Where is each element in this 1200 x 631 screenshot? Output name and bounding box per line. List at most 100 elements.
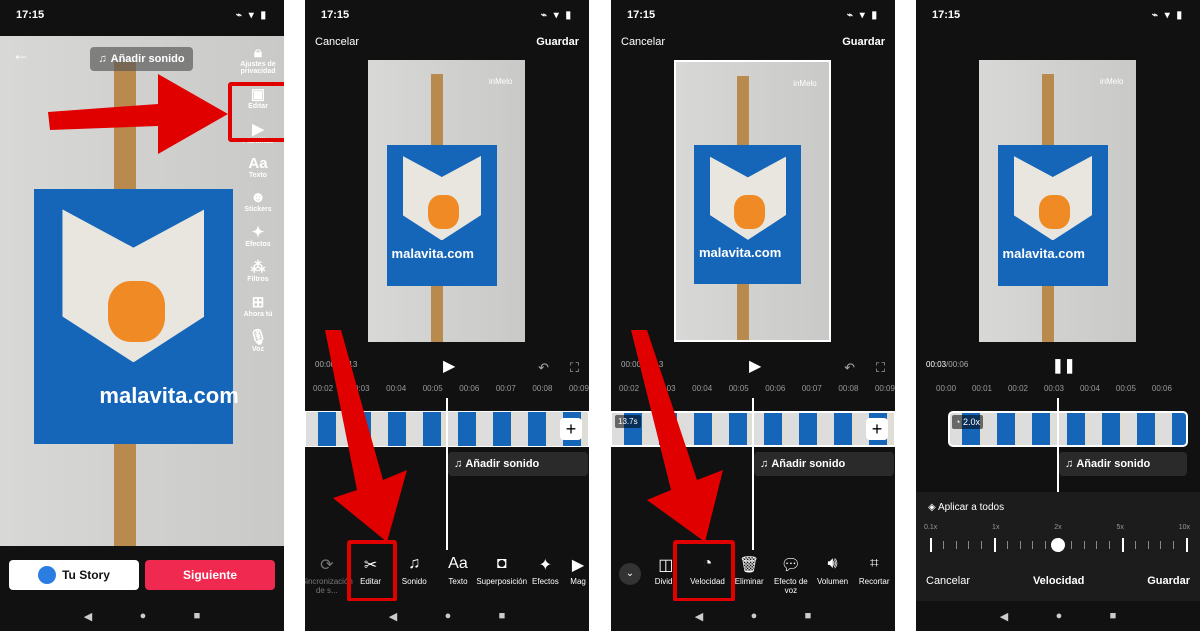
side-item-privacy[interactable]: 🔒︎ Ajustes de privacidad <box>238 44 278 75</box>
status-icons: ⌁ ▾ ▮ <box>235 9 268 21</box>
tool-volume[interactable]: 🔊︎ Volumen <box>812 555 854 595</box>
back-button[interactable]: ◀ <box>1000 610 1008 623</box>
side-item-now[interactable]: ⊞ Ahora tú <box>244 293 273 318</box>
tool-text[interactable]: Aa Texto <box>437 555 479 595</box>
tool-overlay[interactable]: ◘ Superposición <box>476 555 527 595</box>
home-button[interactable]: ● <box>140 610 147 622</box>
your-story-button[interactable]: Tu Story <box>9 560 139 590</box>
slider-tick <box>930 538 932 552</box>
video-preview: malavita.com inMelo <box>674 60 831 342</box>
cancel-button[interactable]: Cancelar <box>315 36 359 48</box>
recents-button[interactable]: ■ <box>194 610 201 622</box>
label: Filtros <box>247 276 269 283</box>
cancel-button[interactable]: Cancelar <box>926 575 970 587</box>
label: Añadir sonido <box>465 458 540 470</box>
label: Añadir sonido <box>1076 458 1151 470</box>
slider-tick <box>942 541 944 549</box>
speed-scale-labels: 0.1x 1x 2x 5x 10x <box>924 524 1190 531</box>
split-icon: ◫ <box>658 557 674 574</box>
recents-button[interactable]: ■ <box>499 610 506 622</box>
text-icon: Aa <box>248 155 268 172</box>
video-timeline-strip-selected[interactable] <box>948 411 1188 447</box>
side-item-filters[interactable]: ⁂ Filtros <box>247 258 268 283</box>
fullscreen-icon[interactable]: ⛶ <box>876 360 885 376</box>
undo-icon[interactable]: ↶ <box>538 360 549 376</box>
add-clip-button[interactable]: + <box>560 418 582 440</box>
save-button[interactable]: Guardar <box>842 36 885 48</box>
tick-label: 5x <box>1116 524 1124 531</box>
effects-icon: ✦ <box>538 557 553 574</box>
slider-tick <box>1019 541 1021 549</box>
side-item-voice[interactable]: 🎙︎ Voz <box>248 328 267 353</box>
tool-sync[interactable]: ⟳ Sincronización de s... <box>305 555 353 595</box>
music-icon: ♫ <box>98 53 107 65</box>
stickers-icon: ☻ <box>250 189 266 206</box>
play-icon[interactable]: ▶ <box>749 356 761 376</box>
tick: 00:03 <box>1043 384 1064 393</box>
back-button[interactable]: ◀ <box>84 610 92 623</box>
slider-knob[interactable] <box>1051 538 1065 552</box>
back-button[interactable]: ◀ <box>695 610 703 623</box>
speed-slider[interactable] <box>930 538 1188 552</box>
label: Texto <box>448 577 468 586</box>
add-sound-track[interactable]: ♫ Añadir sonido <box>754 452 894 476</box>
time-readout: 00:03/00:06 <box>926 360 968 369</box>
play-icon[interactable]: ▶ <box>443 356 455 376</box>
text-icon: Aa <box>448 555 468 572</box>
painting-text: malavita.com <box>99 382 239 408</box>
add-sound-pill[interactable]: ♫ Añadir sonido <box>90 47 193 71</box>
side-item-stickers[interactable]: ☻ Stickers <box>244 189 271 213</box>
cancel-button[interactable]: Cancelar <box>621 36 665 48</box>
undo-icon[interactable]: ↶ <box>844 360 855 376</box>
side-item-text[interactable]: Aa Texto <box>248 155 267 179</box>
collapse-chevron-icon[interactable]: ⌄ <box>619 563 641 585</box>
recents-button[interactable]: ■ <box>805 610 812 622</box>
side-item-effects[interactable]: ✦ Efectos <box>245 223 270 248</box>
effects-icon: ✦ <box>251 224 265 241</box>
home-button[interactable]: ● <box>751 610 758 622</box>
speed-badge: ◔ 2.0x <box>952 415 983 429</box>
back-arrow-icon[interactable]: ← <box>12 44 30 65</box>
tool-sound[interactable]: ♫ Sonido <box>393 555 435 595</box>
slider-tick <box>1006 541 1008 549</box>
add-sound-track[interactable]: ♫ Añadir sonido <box>1059 452 1187 476</box>
painting-text: malavita.com <box>391 246 474 262</box>
save-button[interactable]: Guardar <box>536 36 579 48</box>
watermark: inMelo <box>793 78 817 88</box>
phone-screen-4: 17:15 ⌁ ▾ ▮ malavita.com inMelo 00:03/00:0… <box>916 0 1200 631</box>
back-button[interactable]: ◀ <box>389 610 397 623</box>
tool-magic[interactable]: ▶ Mag <box>568 555 588 595</box>
add-clip-button[interactable]: + <box>866 418 888 440</box>
clock: 17:15 <box>627 9 656 21</box>
tick: 00:08 <box>838 384 859 393</box>
recents-button[interactable]: ■ <box>1110 610 1117 622</box>
next-button[interactable]: Siguiente <box>145 560 275 590</box>
home-button[interactable]: ● <box>1056 610 1063 622</box>
current-time: 00:03 <box>926 360 947 369</box>
slider-tick <box>1083 541 1085 549</box>
fullscreen-icon[interactable]: ⛶ <box>570 360 579 376</box>
tool-crop[interactable]: ⌗ Recortar <box>853 555 895 595</box>
add-sound-track[interactable]: ♫ Añadir sonido <box>448 452 588 476</box>
volume-icon: 🔊︎ <box>827 555 838 572</box>
slider-tick <box>1096 541 1098 549</box>
music-icon: ♫ <box>408 555 421 572</box>
tool-voice-effect[interactable]: 💬︎ Efecto de voz <box>770 555 812 595</box>
slider-tick <box>955 541 957 549</box>
red-arrow-icon <box>631 330 723 542</box>
save-button[interactable]: Guardar <box>1147 575 1190 587</box>
status-bar: 17:15 ⌁ ▾ ▮ <box>305 0 589 30</box>
home-button[interactable]: ● <box>445 610 452 622</box>
filters-icon: ⁂ <box>250 259 266 276</box>
trash-icon: 🗑︎ <box>739 557 760 574</box>
watermark: inMelo <box>1099 76 1124 86</box>
slider-tick <box>994 538 996 552</box>
tick: 00:04 <box>1079 384 1100 393</box>
pause-icon[interactable]: ❚❚ <box>1052 357 1075 374</box>
tick-label: 2x <box>1054 524 1062 531</box>
panel-title: Velocidad <box>1032 575 1085 587</box>
nav-bar: ◀ ● ■ <box>0 601 284 631</box>
tool-effects[interactable]: ✦ Efectos <box>524 555 566 595</box>
apply-to-all-toggle[interactable]: ◈ Aplicar a todos <box>928 502 1004 513</box>
playhead[interactable] <box>1057 398 1059 492</box>
